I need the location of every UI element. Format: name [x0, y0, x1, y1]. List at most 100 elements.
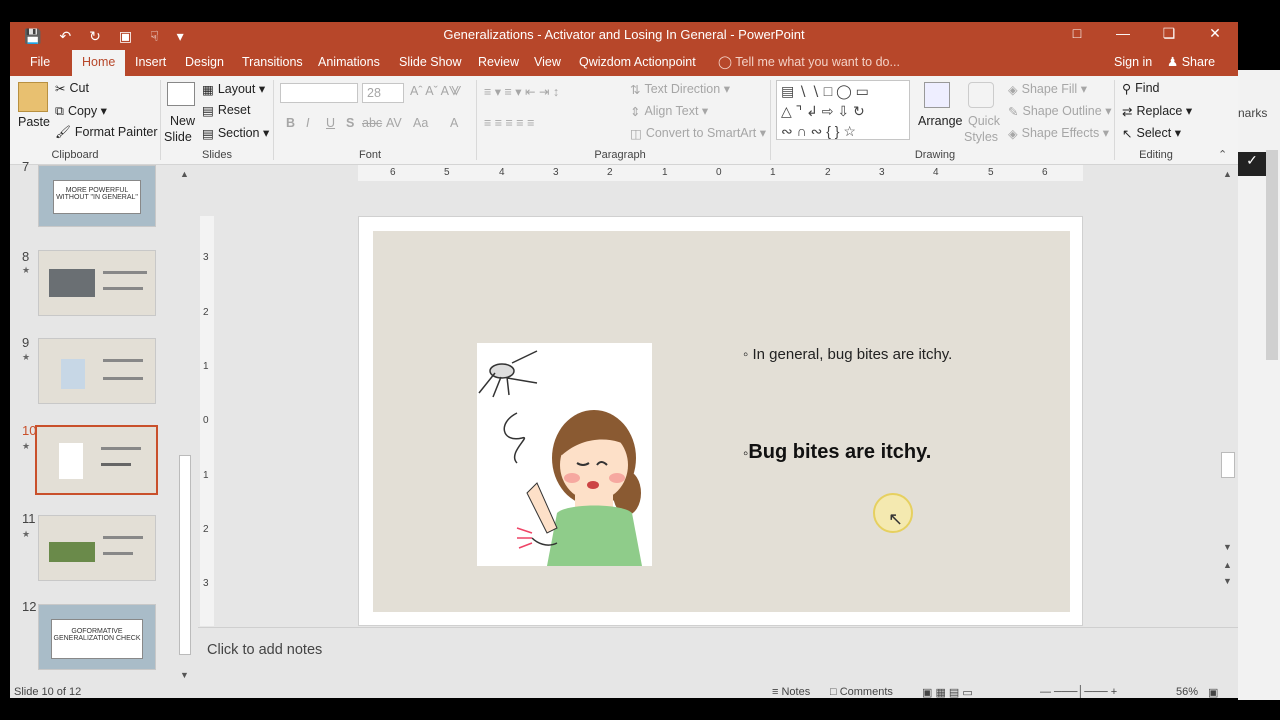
- tab-view[interactable]: View: [534, 50, 561, 76]
- ruler-tick: 3: [203, 578, 209, 589]
- zoom-level[interactable]: 56%: [1176, 686, 1198, 698]
- quick-styles-label-1[interactable]: Quick: [968, 114, 1000, 128]
- section-button[interactable]: ▤ Section ▾: [202, 125, 269, 141]
- scroll-up-icon[interactable]: ▲: [1223, 169, 1232, 179]
- bullets-icon[interactable]: ≡ ▾ ≡ ▾ ⇤ ⇥ ↕: [484, 84, 559, 99]
- replace-button[interactable]: ⇄ Replace ▾: [1122, 103, 1192, 119]
- slide-bullet-1[interactable]: ◦ In general, bug bites are itchy.: [743, 346, 952, 363]
- layout-button[interactable]: ▦ Layout ▾: [202, 81, 265, 97]
- paste-icon[interactable]: [18, 82, 48, 112]
- change-case-button[interactable]: Aa: [413, 116, 428, 130]
- thumbnail-slide-7[interactable]: MORE POWERFUL WITHOUT "IN GENERAL": [38, 165, 156, 227]
- tell-me-box[interactable]: ◯ Tell me what you want to do...: [718, 50, 900, 76]
- thumbnail-slide-11[interactable]: [38, 515, 156, 581]
- ruler-tick: 0: [716, 167, 722, 178]
- cut-button[interactable]: ✂ Cut: [55, 81, 89, 96]
- ribbon: Paste ✂ Cut ⧉ Copy ▾ 🖌 Format Painter Clipb…: [10, 76, 1238, 165]
- new-slide-label-2[interactable]: Slide: [164, 130, 192, 144]
- font-size-input[interactable]: 28: [362, 83, 404, 103]
- close-button[interactable]: ✕: [1192, 22, 1238, 44]
- copy-button[interactable]: ⧉ Copy ▾: [55, 103, 107, 119]
- thumbnail-slide-12[interactable]: GOFORMATIVE GENERALIZATION CHECK: [38, 604, 156, 670]
- italic-button[interactable]: I: [306, 116, 309, 130]
- ruler-tick: 3: [879, 167, 885, 178]
- font-name-input[interactable]: [280, 83, 358, 103]
- share-label: Share: [1181, 55, 1216, 69]
- new-slide-icon[interactable]: [167, 82, 195, 106]
- character-spacing-button[interactable]: AV: [386, 116, 402, 130]
- tab-file[interactable]: File: [30, 50, 50, 76]
- title-bar: 💾 ↶ ↻ ▣ ☟ ▾ Generalizations - Activator …: [10, 22, 1238, 50]
- view-buttons[interactable]: ▣ ▦ ▤ ▭: [922, 686, 973, 698]
- scroll-down-icon[interactable]: ▼: [180, 670, 189, 680]
- shape-fill-button[interactable]: ◈ Shape Fill ▾: [1008, 81, 1087, 97]
- slides-group-label: Slides: [202, 149, 232, 161]
- share-button[interactable]: ♟ Share: [1167, 50, 1215, 76]
- ruler-tick: 0: [203, 415, 209, 426]
- tab-design[interactable]: Design: [185, 50, 224, 76]
- underline-button[interactable]: U: [326, 116, 335, 130]
- ruler-tick: 1: [203, 361, 209, 372]
- scrollbar-thumb[interactable]: [179, 455, 191, 655]
- quick-styles-icon[interactable]: [968, 82, 994, 108]
- scroll-up-icon[interactable]: ▲: [180, 169, 189, 179]
- ribbon-display-options-icon[interactable]: □: [1054, 22, 1100, 44]
- thumbnail-slide-8[interactable]: [38, 250, 156, 316]
- person-icon: ♟: [1167, 55, 1179, 69]
- tab-slide-show[interactable]: Slide Show: [399, 50, 462, 76]
- shape-effects-button[interactable]: ◈ Shape Effects ▾: [1008, 125, 1109, 141]
- bold-button[interactable]: B: [286, 116, 295, 130]
- font-color-icon[interactable]: A: [450, 116, 458, 130]
- comments-button[interactable]: □ Comments: [830, 686, 893, 698]
- notes-button[interactable]: ≡ Notes: [772, 686, 810, 698]
- slide-10[interactable]: ◦ In general, bug bites are itchy. ◦Bug …: [373, 231, 1070, 612]
- arrange-icon[interactable]: [924, 82, 950, 108]
- shapes-gallery[interactable]: ▤ ∖ ∖ □ ◯ ▭ △ ⌝ ↲ ⇨ ⇩ ↻ ∾ ∩ ∾ { } ☆: [776, 80, 910, 140]
- minimize-button[interactable]: —: [1100, 22, 1146, 44]
- align-text-label: Align Text: [644, 104, 699, 118]
- align-text-icon: ⇕: [630, 105, 641, 120]
- tab-transitions[interactable]: Transitions: [242, 50, 303, 76]
- arrange-button[interactable]: Arrange: [918, 114, 962, 128]
- next-slide-icon[interactable]: ▼: [1223, 576, 1232, 586]
- grow-font-icon[interactable]: Aˆ Aˇ A⨈: [410, 84, 461, 99]
- strikethrough-button[interactable]: abc: [362, 116, 382, 130]
- scroll-down-icon[interactable]: ▼: [1223, 542, 1232, 552]
- zoom-slider[interactable]: — ───│─── +: [1040, 686, 1117, 698]
- notes-pane[interactable]: Click to add notes: [198, 627, 1238, 685]
- tab-qwizdom[interactable]: Qwizdom Actionpoint: [579, 50, 696, 76]
- slide-bullet-2[interactable]: ◦Bug bites are itchy.: [743, 441, 931, 464]
- new-slide-label-1[interactable]: New: [170, 114, 195, 128]
- previous-slide-icon[interactable]: ▲: [1223, 560, 1232, 570]
- convert-smartart-button[interactable]: ◫ Convert to SmartArt ▾: [630, 125, 766, 141]
- text-direction-button[interactable]: ⇅ Text Direction ▾: [630, 81, 730, 97]
- mouse-cursor-icon: ↖: [888, 509, 904, 529]
- fit-to-window-icon[interactable]: ▣: [1208, 686, 1218, 698]
- mosquito-bite-illustration[interactable]: [477, 343, 652, 566]
- find-button[interactable]: ⚲ Find: [1122, 81, 1159, 96]
- sign-in-link[interactable]: Sign in: [1114, 50, 1152, 76]
- align-text-button[interactable]: ⇕ Align Text ▾: [630, 103, 708, 119]
- reset-button[interactable]: ▤ Reset: [202, 103, 250, 118]
- slide-thumbnail-panel: 7 MORE POWERFUL WITHOUT "IN GENERAL" 8 ★…: [10, 159, 196, 685]
- select-button[interactable]: ↖ Select ▾: [1122, 125, 1181, 141]
- collapse-ribbon-icon[interactable]: ⌃: [1218, 148, 1227, 161]
- align-icons[interactable]: ≡ ≡ ≡ ≡ ≡: [484, 116, 534, 130]
- shadow-button[interactable]: S: [346, 116, 354, 130]
- thumbnail-slide-9[interactable]: [38, 338, 156, 404]
- thumbnail-scrollbar[interactable]: ▲ ▼: [177, 165, 194, 685]
- thumbnail-slide-10[interactable]: [35, 425, 158, 495]
- slide-scrollbar[interactable]: ▲ ▼ ▲ ▼: [1220, 165, 1237, 625]
- tab-review[interactable]: Review: [478, 50, 519, 76]
- scrollbar-thumb[interactable]: [1221, 452, 1235, 478]
- divider: [273, 80, 274, 160]
- tab-insert[interactable]: Insert: [135, 50, 166, 76]
- paste-button[interactable]: Paste: [18, 115, 50, 129]
- shape-outline-button[interactable]: ✎ Shape Outline ▾: [1008, 103, 1111, 119]
- convert-smartart-label: Convert to SmartArt: [645, 126, 757, 140]
- maximize-button[interactable]: ❏: [1146, 22, 1192, 44]
- tab-animations[interactable]: Animations: [318, 50, 380, 76]
- quick-styles-label-2[interactable]: Styles: [964, 130, 998, 144]
- format-painter-button[interactable]: 🖌 Format Painter: [55, 125, 158, 140]
- tab-home[interactable]: Home: [72, 50, 126, 76]
